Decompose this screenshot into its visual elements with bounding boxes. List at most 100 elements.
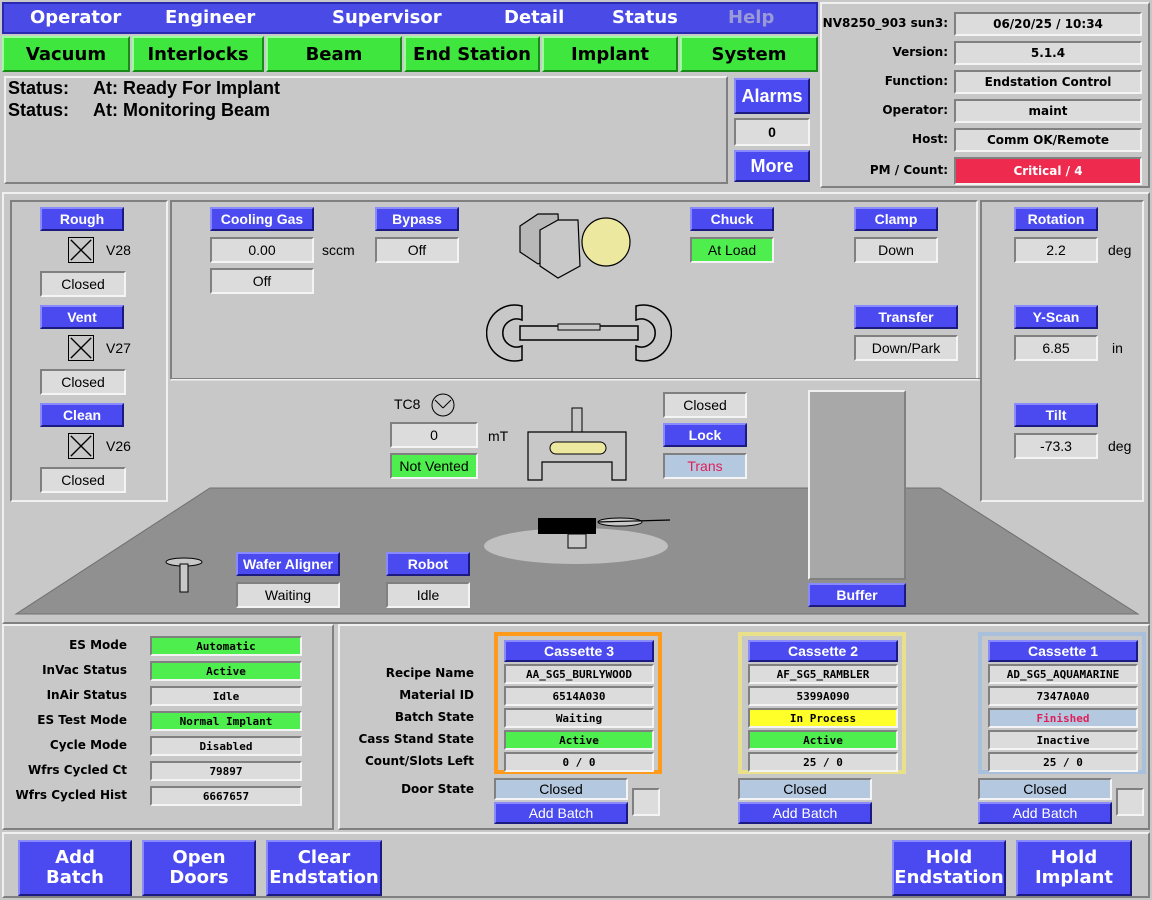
buffer-button[interactable]: Buffer [808,583,906,607]
es-info-value: Automatic [150,636,302,656]
tab-supervisor[interactable]: Supervisor [332,7,442,28]
cassette-button[interactable]: Cassette 1 [988,640,1138,662]
clear-endstation-button[interactable]: Clear Endstation [266,840,382,896]
tab-interlocks[interactable]: Interlocks [132,36,264,72]
pm-count-field[interactable]: Critical / 4 [954,157,1142,185]
cassette-add-batch-button[interactable]: Add Batch [738,802,872,824]
clamp-button[interactable]: Clamp [854,207,938,231]
rotation-button[interactable]: Rotation [1014,207,1098,231]
tab-vacuum[interactable]: Vacuum [2,36,130,72]
top-nav: Operator Engineer Supervisor Detail Stat… [2,2,818,34]
operator-field: maint [954,99,1142,123]
more-button[interactable]: More [734,150,810,182]
es-info-value: 79897 [150,761,302,781]
rough-button[interactable]: Rough [40,207,124,231]
transfer-button[interactable]: Transfer [854,305,958,329]
cassette-row-label: Count/Slots Left [364,754,474,768]
yscan-unit: in [1112,340,1123,356]
count-slots-field: 0 / 0 [504,752,654,772]
tab-detail[interactable]: Detail [504,7,564,28]
recipe-name-field: AA_SG5_BURLYWOOD [504,664,654,684]
hold-endstation-button[interactable]: Hold Endstation [892,840,1006,896]
version-field: 5.1.4 [954,41,1142,65]
tab-system[interactable]: System [680,36,818,72]
es-info-label: Wfrs Cycled Ct [28,763,127,777]
door-state-field: Closed [978,778,1112,800]
status-panel: Status: At: Ready For Implant Status: At: … [4,76,728,184]
cassette-button[interactable]: Cassette 3 [504,640,654,662]
v28-label: V28 [106,242,131,258]
material-id-field: 7347A0A0 [988,686,1138,706]
door-state-field: Closed [494,778,628,800]
host-field: Comm OK/Remote [954,128,1142,152]
tab-implant[interactable]: Implant [542,36,678,72]
tc8-value: 0 [390,422,478,448]
alarm-count: 0 [734,118,810,146]
tab-engineer[interactable]: Engineer [165,7,255,28]
info-panel: NV8250_903 sun3: 06/20/25 / 10:34 Versio… [820,2,1150,188]
hold-implant-button[interactable]: Hold Implant [1016,840,1132,896]
datetime-field: 06/20/25 / 10:34 [954,12,1142,36]
batch-state-field: Waiting [504,708,654,728]
cooling-gas-button[interactable]: Cooling Gas [210,207,314,231]
recipe-name-field: AD_SG5_AQUAMARINE [988,664,1138,684]
wafer-aligner-button[interactable]: Wafer Aligner [236,552,340,576]
cooling-gas-state: Off [210,268,314,294]
trans-state: Trans [663,453,747,479]
tab-beam[interactable]: Beam [266,36,402,72]
v27-valve-icon[interactable] [68,335,94,361]
tilt-button[interactable]: Tilt [1014,403,1098,427]
chuck-button[interactable]: Chuck [690,207,774,231]
tab-operator[interactable]: Operator [30,7,121,28]
es-info-value: Idle [150,686,302,706]
es-info-label: InVac Status [42,663,127,677]
tilt-value: -73.3 [1014,433,1098,459]
lock-button[interactable]: Lock [663,423,747,447]
cassette-card: Cassette 3 AA_SG5_BURLYWOOD 6514A030 Waitin… [494,632,662,774]
open-doors-button[interactable]: Open Doors [142,840,256,896]
add-batch-button[interactable]: Add Batch [18,840,132,896]
cass-stand-state-field: Active [748,730,898,750]
count-slots-field: 25 / 0 [988,752,1138,772]
cass-stand-state-field: Inactive [988,730,1138,750]
tab-end-station[interactable]: End Station [404,36,540,72]
status-line-2: Status: At: Monitoring Beam [8,100,270,120]
material-id-field: 5399A090 [748,686,898,706]
cassette-door-checkbox[interactable] [1116,788,1144,816]
cassette-card: Cassette 1 AD_SG5_AQUAMARINE 7347A0A0 Finis… [978,632,1146,774]
pm-count-label: PM / Count: [869,163,948,177]
tab-status[interactable]: Status [612,7,678,28]
vent-status: Not Vented [390,453,478,479]
material-id-field: 6514A030 [504,686,654,706]
status-line-1: Status: At: Ready For Implant [8,78,281,98]
vent-button[interactable]: Vent [40,305,124,329]
tab-help[interactable]: Help [728,7,774,28]
robot-button[interactable]: Robot [386,552,470,576]
v28-state: Closed [40,271,126,297]
yscan-value: 6.85 [1014,335,1098,361]
operator-label: Operator: [882,103,948,117]
wafer-aligner-state: Waiting [236,582,340,608]
transfer-state: Down/Park [854,335,958,361]
cassette-row-label: Material ID [399,688,474,702]
buffer-column [808,390,906,580]
chuck-state: At Load [690,237,774,263]
es-info-label: InAir Status [46,688,127,702]
wafer-holder-icon [519,213,631,279]
cooling-gas-value: 0.00 [210,237,314,263]
es-info-label: ES Mode [69,638,127,652]
yscan-button[interactable]: Y-Scan [1014,305,1098,329]
alarms-button[interactable]: Alarms [734,78,810,114]
cassette-button[interactable]: Cassette 2 [748,640,898,662]
cassette-add-batch-button[interactable]: Add Batch [978,802,1112,824]
v28-valve-icon[interactable] [68,237,94,263]
cassette-add-batch-button[interactable]: Add Batch [494,802,628,824]
cassette-door-checkbox[interactable] [632,788,660,816]
cassette-row-label: Door State [401,782,474,796]
es-info-label: Wfrs Cycled Hist [15,788,128,802]
function-field: Endstation Control [954,70,1142,94]
bypass-button[interactable]: Bypass [375,207,459,231]
tc8-unit: mT [488,428,509,444]
es-info-value: 6667657 [150,786,302,806]
version-label: Version: [892,45,948,59]
